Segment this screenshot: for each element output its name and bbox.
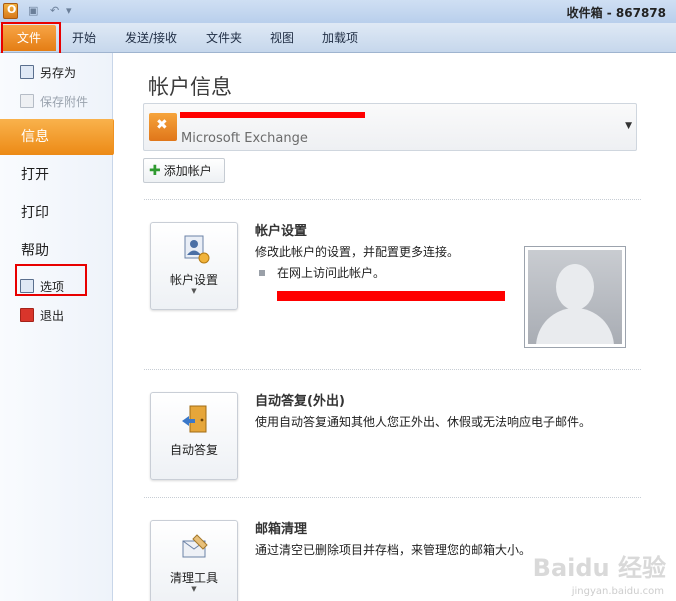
redacted-email xyxy=(180,112,365,118)
baidu-watermark: Baidu 经验 xyxy=(532,554,666,582)
access-online-label: 在网上访问此帐户。 xyxy=(277,266,386,280)
chevron-down-icon[interactable]: ▼ xyxy=(625,121,632,131)
account-settings-title: 帐户设置 xyxy=(255,224,308,239)
account-selector[interactable]: Microsoft Exchange ▼ xyxy=(143,103,637,151)
auto-reply-button[interactable]: 自动答复 xyxy=(150,392,238,480)
nav-save-attachments-label: 保存附件 xyxy=(40,94,89,109)
cleanup-icon xyxy=(182,534,208,558)
cleanup-title: 邮箱清理 xyxy=(255,522,308,537)
divider xyxy=(144,199,641,200)
ribbon-tabs: 文件 开始 发送/接收 文件夹 视图 加载项 xyxy=(0,23,676,53)
nav-exit-label: 退出 xyxy=(40,308,65,323)
tab-addins[interactable]: 加载项 xyxy=(322,29,358,46)
save-as-icon xyxy=(20,65,34,79)
plus-icon: ✚ xyxy=(149,162,161,179)
divider xyxy=(144,497,641,498)
backstage-nav: 另存为 保存附件 信息 打开 打印 帮助 选项 退出 xyxy=(0,53,125,601)
nav-exit[interactable]: 退出 xyxy=(20,305,64,325)
nav-save-as-label: 另存为 xyxy=(40,65,77,80)
title-bar: ▣ ↶ ▾ 收件箱 - 867878 xyxy=(0,0,676,23)
auto-reply-title: 自动答复(外出) xyxy=(255,394,345,409)
page-title: 帐户信息 xyxy=(148,75,232,99)
avatar xyxy=(524,246,626,348)
undo-icon[interactable]: ↶ xyxy=(50,4,59,18)
baidu-watermark-url: jingyan.baidu.com xyxy=(571,586,664,597)
redacted-url xyxy=(277,291,505,301)
options-highlight xyxy=(15,264,87,296)
add-account-button[interactable]: ✚ 添加帐户 xyxy=(143,158,225,183)
tab-send-receive[interactable]: 发送/接收 xyxy=(125,29,177,46)
exit-icon xyxy=(20,308,34,322)
nav-save-as[interactable]: 另存为 xyxy=(20,62,76,82)
cleanup-tools-button-label: 清理工具 xyxy=(169,571,218,585)
attachment-icon xyxy=(20,94,34,108)
nav-info[interactable]: 信息 xyxy=(0,119,125,155)
chevron-down-icon: ▼ xyxy=(191,287,197,295)
customize-qat-icon[interactable]: ▾ xyxy=(66,4,72,18)
cleanup-desc: 通过清空已删除项目并存档，来管理您的邮箱大小。 xyxy=(255,543,532,557)
tab-folder[interactable]: 文件夹 xyxy=(206,29,242,46)
account-settings-icon xyxy=(184,235,210,264)
outlook-app-icon[interactable] xyxy=(3,3,18,19)
account-settings-desc: 修改此帐户的设置，并配置更多连接。 xyxy=(255,245,460,259)
file-tab-highlight xyxy=(1,22,61,56)
chevron-down-icon: ▼ xyxy=(191,585,197,593)
tab-view[interactable]: 视图 xyxy=(270,29,294,46)
account-settings-button[interactable]: 帐户设置 ▼ xyxy=(150,222,238,310)
save-icon[interactable]: ▣ xyxy=(28,4,38,18)
cleanup-tools-button[interactable]: 清理工具 ▼ xyxy=(150,520,238,601)
divider xyxy=(144,369,641,370)
tab-home[interactable]: 开始 xyxy=(72,29,96,46)
nav-print[interactable]: 打印 xyxy=(0,195,113,231)
auto-reply-desc: 使用自动答复通知其他人您正外出、休假或无法响应电子邮件。 xyxy=(255,415,592,429)
add-account-label: 添加帐户 xyxy=(163,164,212,178)
auto-reply-button-label: 自动答复 xyxy=(169,443,218,457)
account-settings-button-label: 帐户设置 xyxy=(169,273,218,287)
nav-open[interactable]: 打开 xyxy=(0,157,113,193)
nav-save-attachments: 保存附件 xyxy=(20,91,88,111)
access-online-link[interactable]: 在网上访问此帐户。 xyxy=(259,264,385,281)
bullet-icon xyxy=(259,269,265,276)
door-icon xyxy=(182,405,207,433)
account-type: Microsoft Exchange xyxy=(181,131,308,146)
exchange-icon xyxy=(149,113,177,141)
account-info-panel: 帐户信息 Microsoft Exchange ▼ ✚ 添加帐户 帐户设置 ▼ … xyxy=(114,53,676,601)
window-title: 收件箱 - 867878 xyxy=(566,6,666,20)
